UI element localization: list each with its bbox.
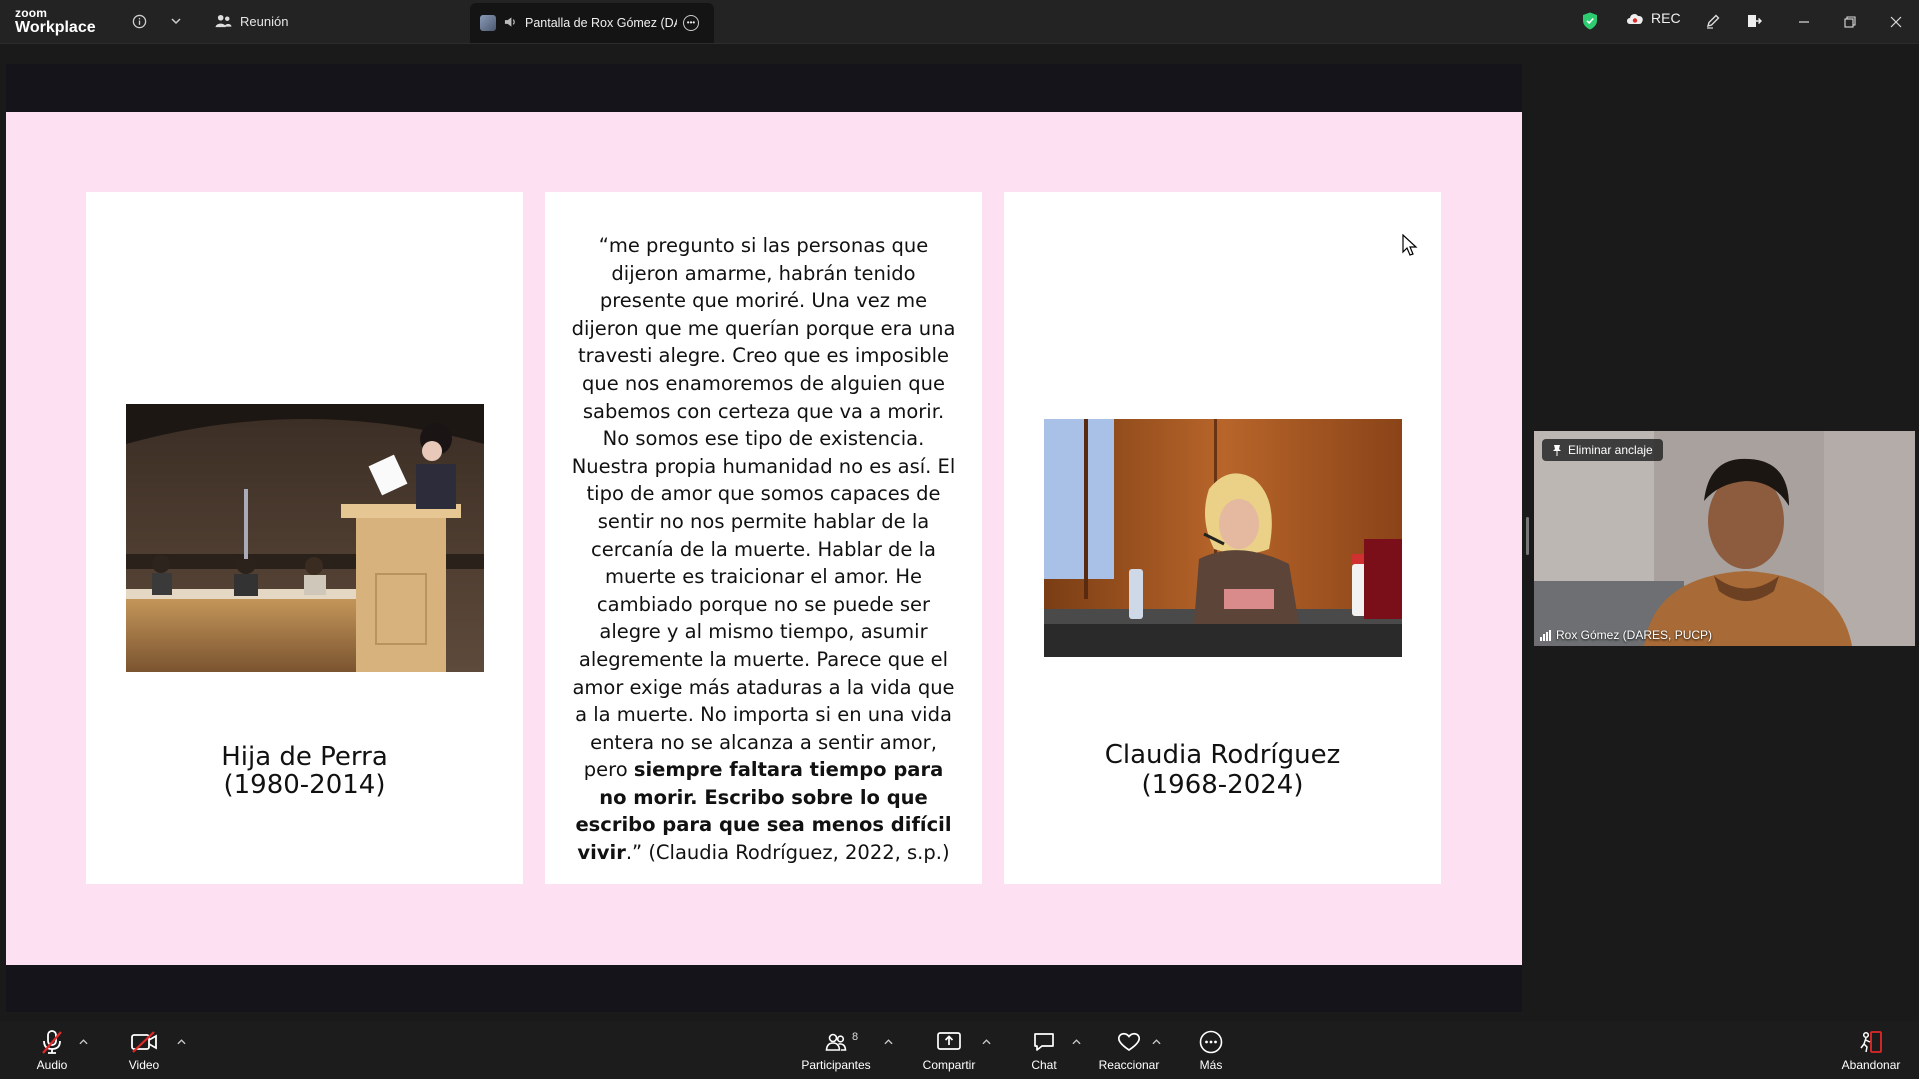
participants-count: 8: [852, 1031, 859, 1043]
record-indicator[interactable]: REC: [1625, 10, 1681, 26]
zoom-logo: zoom Workplace: [15, 7, 96, 36]
pen-icon[interactable]: [1702, 10, 1724, 32]
screen-share-tab[interactable]: Pantalla de Rox Gómez (DAR •••: [470, 3, 714, 43]
react-label: Reaccionar: [1098, 1058, 1160, 1072]
more-button[interactable]: Más: [1171, 1029, 1251, 1072]
video-button[interactable]: Video: [104, 1029, 184, 1072]
audio-options-caret-icon[interactable]: [79, 1037, 88, 1048]
years-claudia-rodriguez: (1968-2024): [1141, 770, 1304, 800]
panel-resize-handle[interactable]: [1526, 517, 1529, 555]
audio-button[interactable]: Audio: [12, 1029, 92, 1072]
exit-share-icon[interactable]: [1743, 10, 1765, 32]
participant-name: Rox Gómez (DARES, PUCP): [1556, 628, 1713, 642]
info-icon[interactable]: [128, 10, 150, 32]
participants-options-caret-icon[interactable]: [884, 1037, 893, 1048]
card-right: Claudia Rodríguez (1968-2024): [1004, 192, 1441, 884]
signal-icon: [1540, 629, 1551, 641]
share-label: Compartir: [922, 1058, 976, 1072]
audio-label: Audio: [36, 1058, 68, 1072]
quote-regular: “me pregunto si las personas que dijeron…: [571, 234, 956, 782]
participants-icon: [825, 1029, 847, 1055]
minimize-icon[interactable]: [1792, 10, 1816, 34]
name-claudia-rodriguez: Claudia Rodríguez: [1104, 740, 1341, 770]
meeting-toolbar: Audio Video 8 Participantes Compartir Ch: [0, 1021, 1919, 1079]
pin-icon: [1553, 445, 1561, 456]
participant-video-frame: [1534, 431, 1915, 646]
people-icon: [215, 14, 232, 27]
chat-icon: [1032, 1029, 1056, 1055]
chat-options-caret-icon[interactable]: [1072, 1037, 1081, 1048]
avatar: [480, 15, 496, 31]
photo-claudia-rodriguez: [1044, 419, 1402, 657]
more-options-icon[interactable]: •••: [683, 15, 699, 31]
mouse-cursor-icon: [1402, 234, 1418, 256]
participant-video[interactable]: Eliminar anclaje Rox Gómez (DARES, PUCP): [1534, 431, 1915, 646]
card-left: Hija de Perra (1980-2014): [86, 192, 523, 884]
heart-icon: [1116, 1029, 1142, 1055]
react-button[interactable]: Reaccionar: [1089, 1029, 1169, 1072]
share-tab-label: Pantalla de Rox Gómez (DAR: [525, 16, 677, 30]
video-off-icon: [130, 1029, 158, 1055]
restore-icon[interactable]: [1838, 10, 1862, 34]
quote-text: “me pregunto si las personas que dijeron…: [569, 232, 958, 867]
name-hija-de-perra: Hija de Perra: [221, 742, 388, 772]
shared-screen[interactable]: Hija de Perra (1980-2014) “me pregunto s…: [6, 64, 1522, 1012]
share-options-caret-icon[interactable]: [982, 1037, 991, 1048]
rec-label: REC: [1651, 10, 1681, 26]
leave-label: Abandonar: [1841, 1058, 1901, 1072]
unpin-label: Eliminar anclaje: [1568, 443, 1653, 457]
video-label: Video: [128, 1058, 160, 1072]
speaker-icon: [504, 16, 517, 31]
photo-hija-de-perra: [126, 404, 484, 672]
meeting-tab-label: Reunión: [240, 13, 289, 29]
participants-button[interactable]: 8 Participantes: [796, 1029, 876, 1072]
participant-name-tag: Rox Gómez (DARES, PUCP): [1540, 628, 1712, 642]
title-bar: zoom Workplace Reunión Pantalla de Rox G…: [0, 0, 1919, 44]
share-button[interactable]: Compartir: [909, 1029, 989, 1072]
card-quote: “me pregunto si las personas que dijeron…: [545, 192, 982, 884]
chevron-down-icon[interactable]: [165, 10, 187, 32]
shield-icon[interactable]: [1582, 12, 1598, 30]
chat-button[interactable]: Chat: [1004, 1029, 1084, 1072]
react-options-caret-icon[interactable]: [1152, 1037, 1161, 1048]
meeting-tab[interactable]: Reunión: [215, 8, 288, 34]
share-screen-icon: [936, 1029, 962, 1055]
logo-bottom: Workplace: [15, 19, 96, 36]
unpin-button[interactable]: Eliminar anclaje: [1542, 439, 1663, 461]
more-label: Más: [1199, 1058, 1223, 1072]
leave-button[interactable]: Abandonar: [1831, 1029, 1911, 1072]
more-dots-icon: [1199, 1029, 1223, 1055]
chat-label: Chat: [1031, 1058, 1057, 1072]
close-icon[interactable]: [1884, 10, 1908, 34]
presentation-slide: Hija de Perra (1980-2014) “me pregunto s…: [6, 112, 1522, 965]
logo-top: zoom: [15, 6, 48, 20]
quote-citation: .” (Claudia Rodríguez, 2022, s.p.): [625, 841, 950, 865]
video-options-caret-icon[interactable]: [177, 1037, 186, 1048]
participants-label: Participantes: [801, 1058, 871, 1072]
leave-icon: [1858, 1029, 1884, 1055]
years-hija-de-perra: (1980-2014): [223, 770, 386, 800]
cloud-icon: [1627, 14, 1643, 24]
mic-muted-icon: [40, 1029, 64, 1055]
